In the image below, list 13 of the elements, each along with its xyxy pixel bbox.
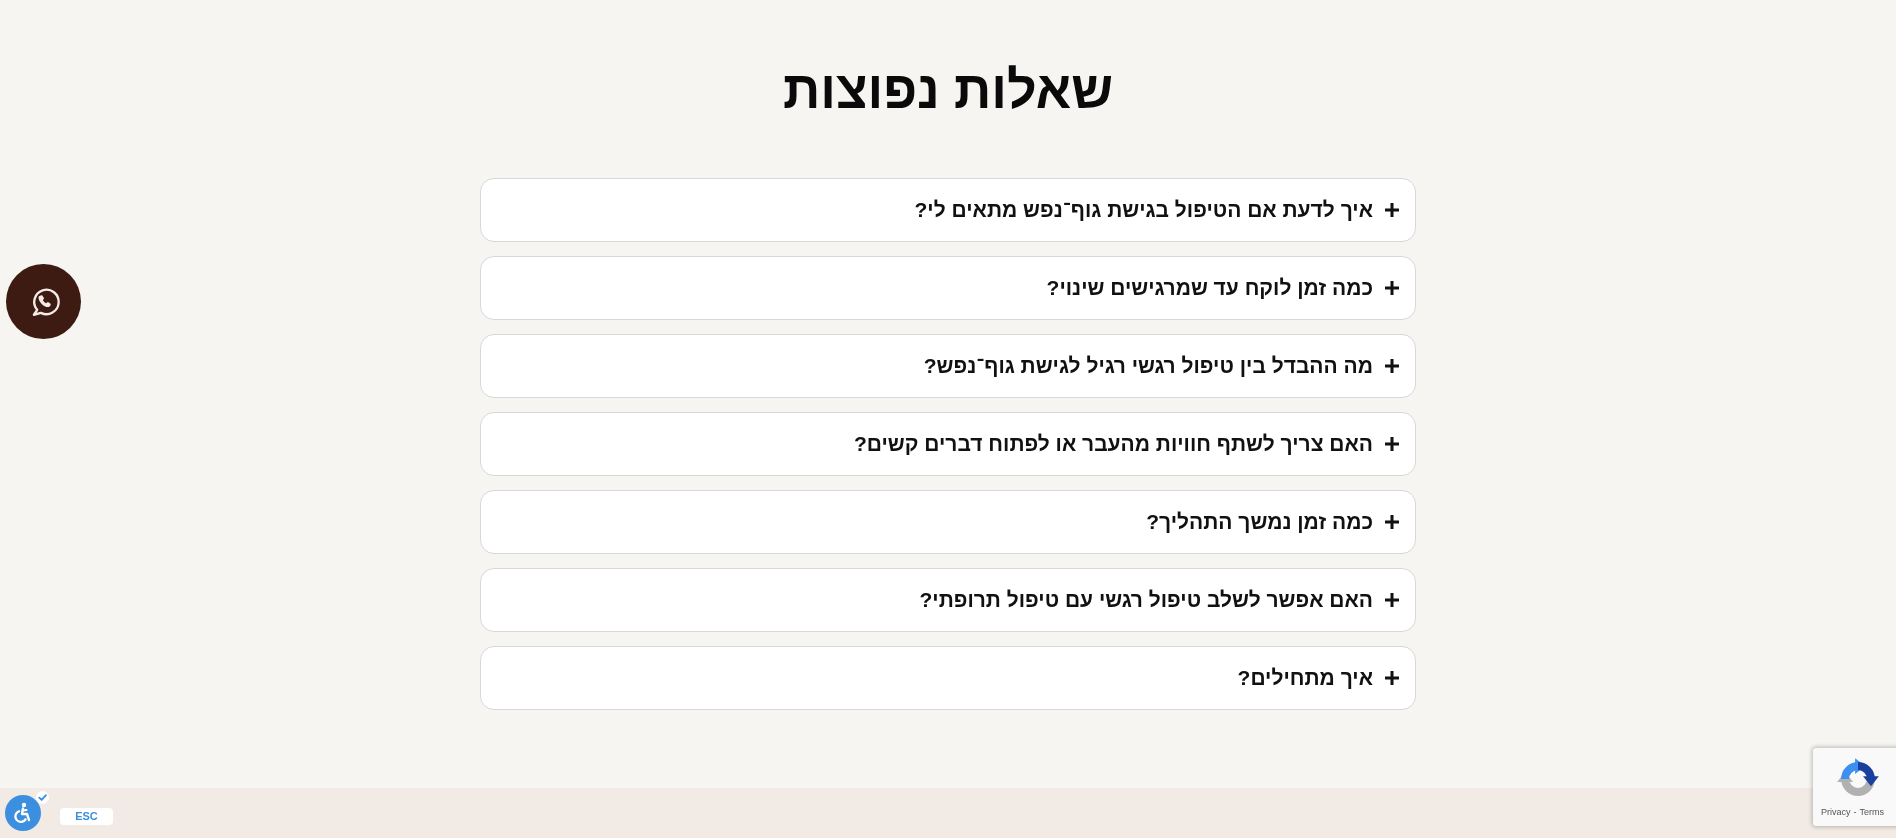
privacy-link[interactable]: Privacy bbox=[1821, 807, 1851, 817]
faq-question[interactable]: כמה זמן לוקח עד שמרגישים שינוי? bbox=[480, 256, 1416, 320]
faq-question[interactable]: כמה זמן נמשך התהליך? bbox=[480, 490, 1416, 554]
check-badge-icon bbox=[36, 791, 49, 804]
faq-question[interactable]: האם צריך לשתף חוויות מהעבר או לפתוח דברים קשים? bbox=[480, 412, 1416, 476]
faq-question[interactable]: האם אפשר לשלב טיפול רגשי עם טיפול תרופתי? bbox=[480, 568, 1416, 632]
accessibility-button[interactable] bbox=[5, 795, 41, 831]
faq-heading: שאלות נפוצות bbox=[782, 60, 1114, 121]
terms-link[interactable]: Terms bbox=[1859, 807, 1884, 817]
faq-question[interactable]: איך לדעת אם הטיפול בגישת גוף־נפש מתאים לי? bbox=[480, 178, 1416, 242]
link-separator: - bbox=[1853, 807, 1857, 817]
faq-question[interactable]: מה ההבדל בין טיפול רגשי רגיל לגישת גוף־נפש? bbox=[480, 334, 1416, 398]
faq-question[interactable]: איך מתחילים? bbox=[480, 646, 1416, 710]
